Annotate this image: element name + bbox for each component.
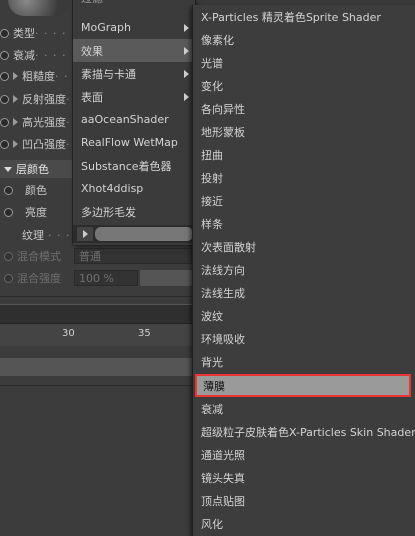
timeline-ruler[interactable]: 30 35	[0, 324, 200, 346]
submenu-arrow-icon	[184, 93, 189, 101]
animate-radio-icon[interactable]	[0, 94, 9, 104]
menu-item-realflow-wetmap[interactable]: RealFlow WetMap	[73, 131, 195, 154]
submenu-item-normal-direction[interactable]: 法线方向	[193, 258, 415, 281]
menu-item-label: RealFlow WetMap	[81, 136, 178, 149]
menu-item-label: MoGraph	[81, 21, 131, 34]
menu-item-label: aaOceanShader	[81, 113, 169, 126]
param-label: 混合模式	[17, 250, 61, 263]
param-row-bump-strength[interactable]: 凹凸强度 · ·	[0, 133, 80, 155]
param-label: 凹凸强度	[22, 138, 66, 151]
submenu-item-xparticles-skin-shader[interactable]: 超级粒子皮肤着色X-Particles Skin Shader	[193, 420, 415, 443]
submenu-item-lens-distortion[interactable]: 镜头失真	[193, 466, 415, 489]
submenu-item-terrain-mask[interactable]: 地形蒙板	[193, 120, 415, 143]
param-label: 混合强度	[17, 272, 61, 285]
submenu-item-backlight[interactable]: 背光	[193, 350, 415, 373]
submenu-arrow-icon	[184, 24, 189, 32]
param-row-texture[interactable]: 纹理 · · · ·	[22, 224, 79, 246]
expand-arrow-icon[interactable]	[13, 95, 18, 103]
submenu-arrow-icon	[184, 70, 189, 78]
animate-radio-icon	[4, 273, 13, 283]
blend-strength-slider	[140, 270, 192, 286]
param-label: 颜色	[25, 184, 47, 197]
menu-item-aaoceanshader[interactable]: aaOceanShader	[73, 108, 195, 131]
blend-mode-dropdown: 普通	[74, 248, 192, 264]
menu-item-surfaces[interactable]: 表面	[73, 85, 195, 108]
ruler-tick-label: 30	[62, 328, 75, 339]
menu-item-label: 多边形毛发	[81, 205, 136, 219]
submenu-arrow-icon	[184, 47, 189, 55]
menu-slider[interactable]	[95, 227, 193, 241]
animate-radio-icon[interactable]	[4, 185, 13, 195]
param-label: 纹理	[22, 229, 44, 242]
expand-arrow-icon[interactable]	[13, 118, 18, 126]
animate-radio-icon[interactable]	[0, 50, 9, 60]
submenu-item-xparticles-sprite-shader[interactable]: X-Particles 精灵着色Sprite Shader	[193, 5, 415, 28]
menu-item-sketch-toon[interactable]: 素描与卡通	[73, 62, 195, 85]
animate-radio-icon[interactable]	[0, 71, 9, 81]
menu-footer	[73, 225, 195, 243]
menu-item-partial[interactable]: 过滤	[73, 0, 195, 6]
menu-item-mograph[interactable]: MoGraph	[73, 16, 195, 39]
submenu-item-thin-film[interactable]: 薄膜	[195, 374, 411, 397]
submenu-item-subsurface-scattering[interactable]: 次表面散射	[193, 235, 415, 258]
param-label: 高光强度	[22, 116, 66, 129]
submenu-item-spectral[interactable]: 光谱	[193, 51, 415, 74]
collapse-arrow-icon[interactable]	[4, 166, 12, 172]
submenu-item-distorter[interactable]: 扭曲	[193, 143, 415, 166]
submenu-item-normalizer[interactable]: 法线生成	[193, 281, 415, 304]
animate-radio-icon[interactable]	[0, 117, 9, 127]
param-row-blend-mode: 混合模式	[4, 245, 61, 267]
expand-arrow-icon[interactable]	[13, 72, 18, 80]
submenu-item-projector[interactable]: 投射	[193, 166, 415, 189]
shader-category-menu: 过滤 MoGraph 效果 素描与卡通 表面 aaOceanShader Rea…	[72, 0, 196, 245]
play-arrow-icon[interactable]	[77, 227, 93, 241]
ruler-tick-label: 35	[138, 328, 151, 339]
submenu-item-pixelate[interactable]: 像素化	[193, 28, 415, 51]
menu-item-label: 素描与卡通	[81, 67, 136, 81]
param-label: 类型	[13, 27, 35, 40]
menu-item-xhot4ddisp[interactable]: Xhot4ddisp	[73, 177, 195, 200]
submenu-item-variation[interactable]: 变化	[193, 74, 415, 97]
submenu-item-lumas[interactable]: 通道光照	[193, 443, 415, 466]
param-label: 反射强度	[22, 93, 66, 106]
animate-radio-icon[interactable]	[0, 139, 9, 149]
submenu-item-proximal[interactable]: 接近	[193, 189, 415, 212]
panel-divider	[0, 296, 200, 297]
timeline-track[interactable]	[0, 358, 200, 376]
param-row-blend-strength: 混合强度	[4, 267, 61, 289]
animate-radio-icon[interactable]	[0, 28, 9, 38]
effects-submenu: X-Particles 精灵着色Sprite Shader 像素化 光谱 变化 …	[192, 5, 415, 536]
param-label: 衰减	[13, 49, 35, 62]
material-preview-thumbnail	[8, 0, 70, 16]
menu-item-polygon-hair[interactable]: 多边形毛发	[73, 200, 195, 223]
panel-divider	[0, 385, 200, 386]
param-row-brightness[interactable]: 亮度	[4, 201, 47, 223]
menu-item-label: 表面	[81, 90, 103, 104]
submenu-item-vertex-map[interactable]: 顶点贴图	[193, 489, 415, 512]
submenu-item-ripple[interactable]: 波纹	[193, 304, 415, 327]
submenu-item-falloff[interactable]: 衰减	[193, 397, 415, 420]
submenu-item-spline[interactable]: 样条	[193, 212, 415, 235]
animate-radio-icon	[4, 251, 13, 261]
menu-item-label: 效果	[81, 44, 103, 58]
menu-item-label: Xhot4ddisp	[81, 182, 144, 195]
param-label: 粗糙度	[22, 70, 55, 83]
submenu-item-weathering[interactable]: 风化	[193, 512, 415, 535]
submenu-item-ambient-occlusion[interactable]: 环境吸收	[193, 327, 415, 350]
blend-strength-field: 100 %	[74, 270, 138, 286]
menu-item-substance-shader[interactable]: Substance着色器	[73, 154, 195, 177]
layer-color-section-header[interactable]: 层颜色	[0, 160, 72, 178]
param-row-color[interactable]: 颜色	[4, 179, 47, 201]
param-row-reflection-strength[interactable]: 反射强度 · ·	[0, 88, 80, 110]
param-row-specular-strength[interactable]: 高光强度 · ·	[0, 111, 80, 133]
animate-radio-icon[interactable]	[4, 207, 13, 217]
expand-arrow-icon[interactable]	[13, 140, 18, 148]
param-label: 亮度	[25, 206, 47, 219]
submenu-item-anisotropy[interactable]: 各向异性	[193, 97, 415, 120]
menu-item-effects[interactable]: 效果	[73, 39, 195, 62]
menu-item-label: Substance着色器	[81, 159, 172, 173]
section-title: 层颜色	[16, 163, 49, 176]
timeline-bar[interactable]	[0, 304, 200, 324]
